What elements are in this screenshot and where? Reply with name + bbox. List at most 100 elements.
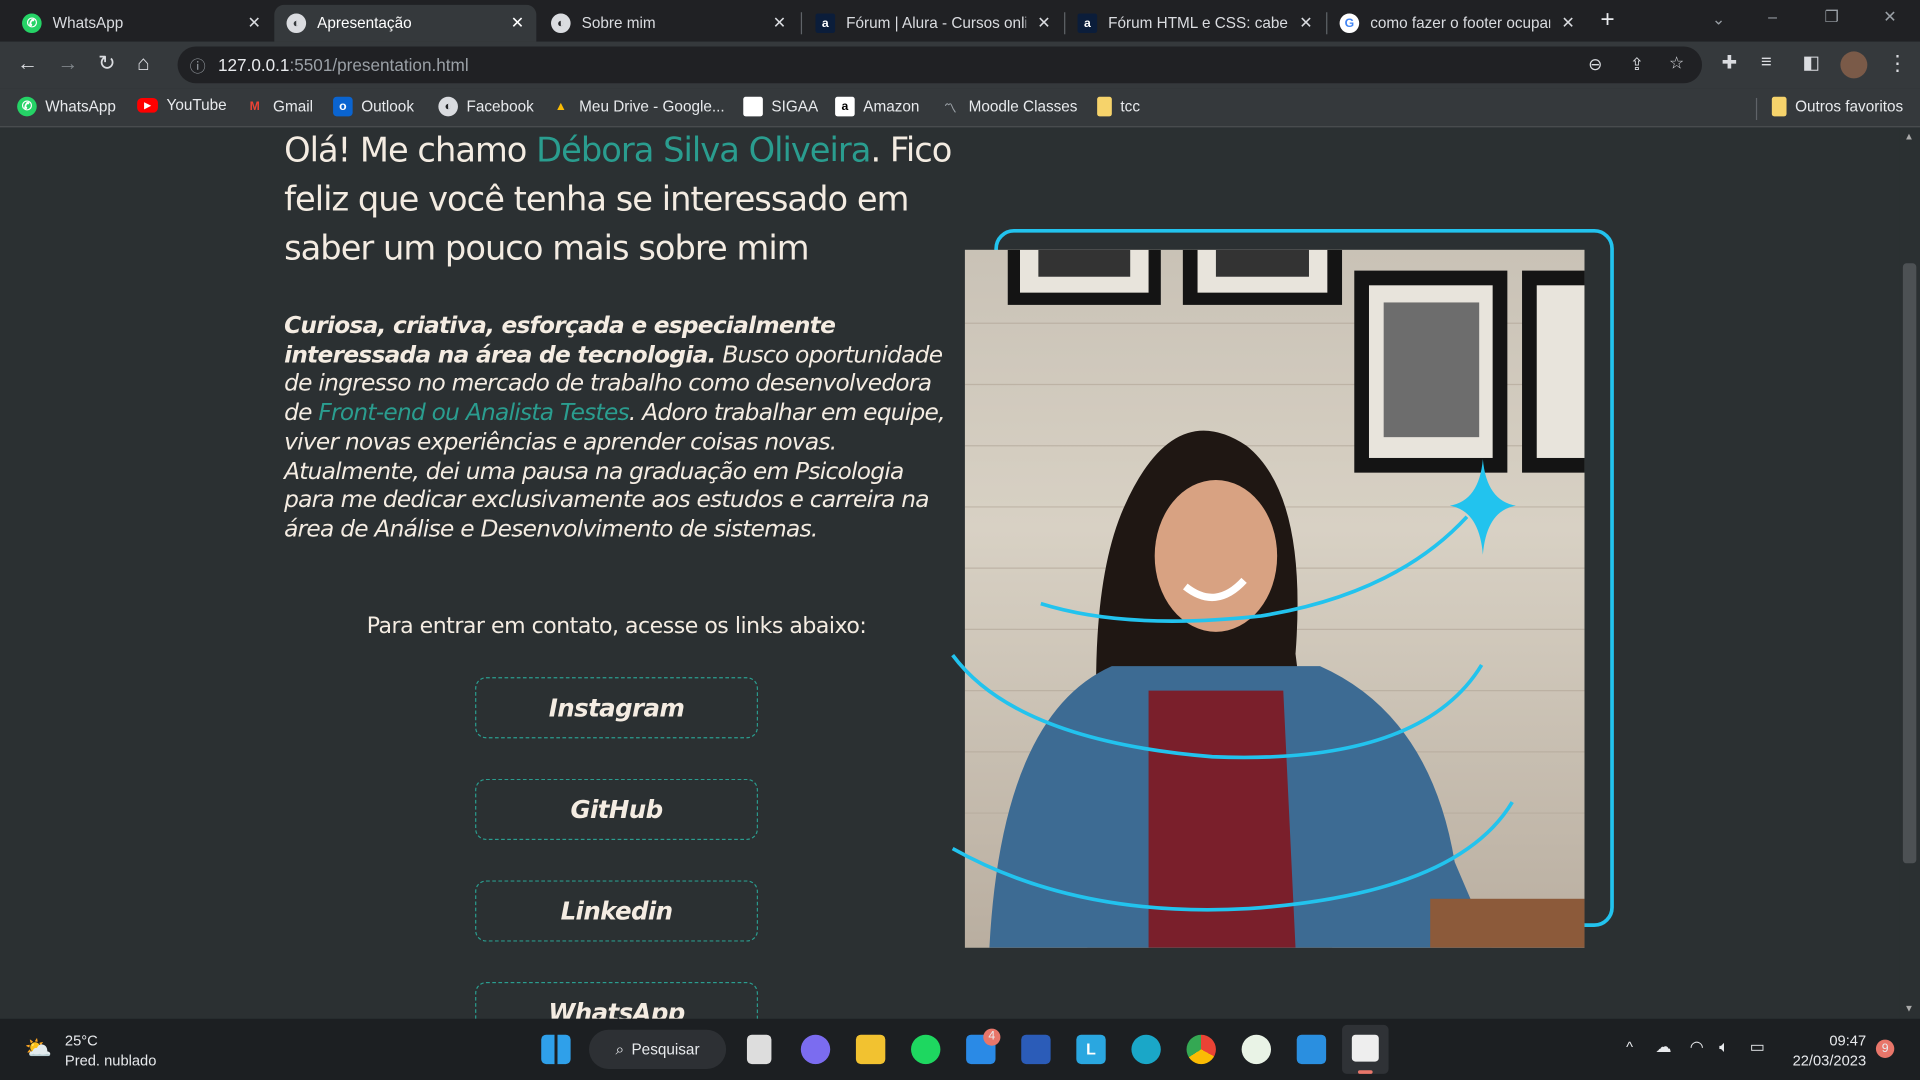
sigaa-icon [743,96,763,117]
scrollbar-thumb[interactable] [1902,263,1917,864]
edge-icon[interactable] [1131,1034,1161,1065]
bookmark-moodle[interactable]: 〽 Moodle Classes [940,97,1077,117]
windows-taskbar: ⛅ 25°C Pred. nublado ⌕ Pesquisar 4 L ^ ☁ ◠… [0,1018,1920,1080]
close-tab-icon[interactable]: ✕ [1037,13,1050,33]
chrome-icon[interactable] [1186,1034,1216,1065]
menu-icon[interactable]: ⋮ [1887,51,1908,75]
bookmark-drive[interactable]: ▲ Meu Drive - Google... [551,97,725,117]
bookmark-tcc[interactable]: tcc [1097,96,1140,117]
youtube-icon: ▶ [137,97,158,113]
bookmark-star-icon[interactable]: ☆ [1669,53,1684,74]
instagram-link[interactable]: Instagram [475,677,758,739]
media-icon[interactable]: ≡ [1761,51,1772,72]
folder-icon [1097,96,1112,117]
role-highlight: Front-end ou Analista Testes [318,399,629,427]
l-app-icon[interactable]: L [1076,1034,1106,1065]
side-panel-icon[interactable]: ◧ [1802,51,1819,74]
home-button[interactable]: ⌂ [137,51,150,75]
whatsapp-link[interactable]: WhatsApp [475,982,758,1019]
restore-button[interactable]: ❐ [1824,7,1838,27]
bookmarks-bar: ✆ WhatsApp ▶ YouTube M Gmail o Outlook ◐ Face… [0,88,1920,128]
close-tab-icon[interactable]: ✕ [1561,13,1574,33]
profile-avatar[interactable] [1840,51,1868,79]
tab-google[interactable]: Gcomo fazer o footer ocupar ✕ [1327,5,1587,42]
screen: ✆ WhatsApp ✕ ◐ Apresentação ✕ ◐ Sobre mim ✕ aF… [0,0,1920,1080]
bookmark-whatsapp[interactable]: ✆ WhatsApp [17,96,116,117]
close-tab-icon[interactable]: ✕ [1299,13,1312,33]
bookmark-amazon[interactable]: a Amazon [835,96,919,117]
spotify-icon[interactable] [911,1034,941,1065]
share-icon[interactable]: ⇪ [1630,54,1644,75]
tab-strip: ✆ WhatsApp ✕ ◐ Apresentação ✕ ◐ Sobre mim ✕ aF… [0,0,1920,42]
reload-button[interactable]: ↻ [98,51,115,75]
info-icon: ⓘ [189,56,206,76]
tab-search-icon[interactable]: ⌄ [1712,10,1725,30]
bookmark-other[interactable]: Outros favoritos [1771,96,1903,117]
back-button[interactable]: ← [17,51,38,75]
decorative-arcs [951,459,1516,912]
page-scrollbar[interactable]: ▲ ▼ [1899,128,1920,1019]
bookmark-outlook[interactable]: o Outlook [333,96,414,117]
tab-forum-html[interactable]: aFórum HTML e CSS: cabeçalho✕ [1065,5,1325,42]
scroll-up-icon[interactable]: ▲ [1904,131,1914,142]
google-icon: G [1339,13,1360,34]
close-window-button[interactable]: ✕ [1883,7,1896,27]
toolbar: ← → ↻ ⌂ ⓘ 127.0.0.1:5501/presentation.ht… [0,41,1920,89]
tab-apresentacao[interactable]: ◐ Apresentação ✕ [274,4,537,42]
tab-forum-alura[interactable]: a Fórum | Alura - Cursos online ✕ [803,5,1063,42]
bio-paragraph: Curiosa, criativa, esforçada e especialm… [284,312,945,543]
globe-icon: ◐ [551,13,571,34]
page-heading: Olá! Me chamo Débora Silva Oliveira. Fic… [284,131,952,269]
start-button[interactable] [541,1034,571,1065]
teams-icon[interactable] [800,1034,831,1065]
notification-badge[interactable]: 9 [1875,1039,1895,1058]
snipping-tool-button[interactable] [1342,1024,1389,1074]
url-host: 127.0.0.1 [217,55,290,75]
forward-button[interactable]: → [58,51,79,75]
volume-icon[interactable]: 🔈︎ [1719,1037,1729,1057]
battery-icon[interactable]: ▭ [1750,1037,1765,1057]
whatsapp-icon: ✆ [22,13,42,34]
globe-icon: ◐ [438,96,458,117]
alura-icon: a [815,13,836,34]
page-content: Olá! Me chamo Débora Silva Oliveira. Fic… [0,128,1900,1019]
app-icon[interactable] [1241,1034,1272,1065]
show-hidden-icons[interactable]: ^ [1626,1038,1633,1055]
close-tab-icon[interactable]: ✕ [247,13,260,33]
bookmark-gmail[interactable]: M Gmail [245,97,313,117]
file-explorer-icon[interactable] [855,1034,886,1065]
onedrive-icon[interactable]: ☁ [1656,1037,1672,1057]
clock[interactable]: 09:47 22/03/2023 [1783,1031,1867,1070]
word-icon[interactable] [1021,1034,1051,1065]
extensions-icon[interactable]: ✚ [1722,51,1737,74]
outlook-icon: o [333,96,353,117]
drive-icon: ▲ [554,99,567,114]
github-link[interactable]: GitHub [475,778,758,841]
vscode-icon[interactable] [1296,1034,1327,1065]
task-view-icon[interactable] [746,1034,772,1065]
globe-icon: ◐ [286,13,307,34]
linkedin-link[interactable]: Linkedin [475,880,758,942]
close-tab-icon[interactable]: ✕ [511,13,524,33]
bookmark-sigaa[interactable]: SIGAA [743,96,818,117]
address-bar[interactable]: ⓘ 127.0.0.1:5501/presentation.html ⊖ ⇪ ☆ [177,46,1703,84]
weather-widget[interactable]: 25°C Pred. nublado [65,1031,157,1070]
taskbar-search[interactable]: ⌕ Pesquisar [588,1029,727,1069]
bookmark-facebook[interactable]: ◐ Facebook [438,96,534,117]
contact-text: Para entrar em contato, acesse os links … [366,613,867,640]
bookmark-youtube[interactable]: ▶ YouTube [137,97,227,114]
zoom-icon[interactable]: ⊖ [1588,54,1602,75]
minimize-button[interactable]: – [1768,7,1777,25]
close-tab-icon[interactable]: ✕ [773,13,786,33]
wifi-icon[interactable]: ◠ [1690,1037,1704,1057]
folder-icon [1771,96,1787,117]
name-highlight: Débora Silva Oliveira [536,131,871,171]
weather-icon: ⛅ [24,1035,52,1061]
tab-sobre-mim[interactable]: ◐ Sobre mim ✕ [539,5,799,42]
alura-icon: a [1077,13,1098,34]
scroll-down-icon[interactable]: ▼ [1904,1003,1914,1014]
tab-whatsapp[interactable]: ✆ WhatsApp ✕ [10,5,273,42]
gmail-icon: M [249,99,260,114]
mail-badge: 4 [983,1028,1001,1046]
new-tab-button[interactable]: + [1600,6,1614,34]
